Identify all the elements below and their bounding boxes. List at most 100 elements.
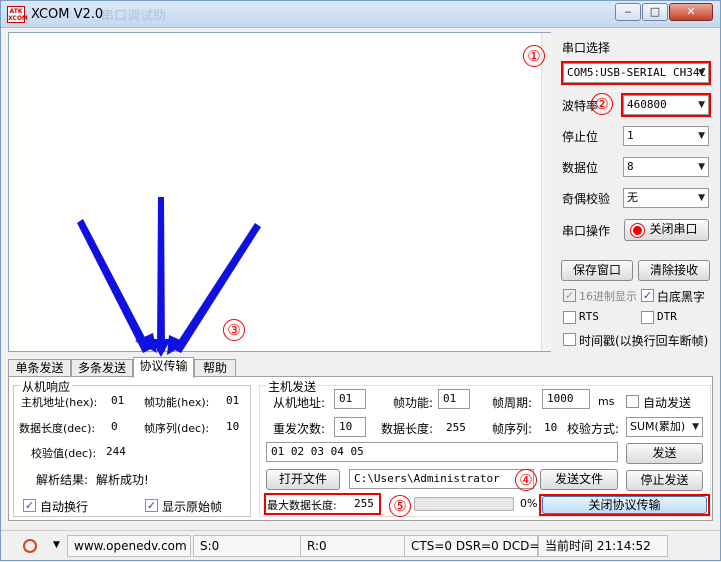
annotation-2: ② bbox=[591, 93, 613, 115]
check-method-value: SUM(累加) bbox=[630, 420, 686, 433]
port-select-value: COM5:USB-SERIAL CH34C bbox=[567, 66, 707, 79]
white-bg-checkbox[interactable]: ✓ bbox=[641, 289, 654, 302]
auto-send-label: 自动发送 bbox=[643, 396, 692, 410]
master-period-unit: ms bbox=[598, 395, 615, 408]
parity-label: 奇偶校验 bbox=[562, 192, 611, 206]
slave-result-value: 解析成功! bbox=[96, 473, 149, 487]
parity-select[interactable]: 无 ▼ bbox=[623, 188, 709, 208]
master-period-label: 帧周期: bbox=[492, 396, 533, 410]
auto-send-checkbox[interactable] bbox=[626, 395, 639, 408]
chevron-down-icon: ▼ bbox=[698, 131, 705, 141]
rts-label: RTS bbox=[579, 310, 599, 323]
slave-addr-label: 主机地址(hex): bbox=[21, 396, 98, 409]
auto-wrap-checkbox[interactable]: ✓ bbox=[23, 499, 36, 512]
chevron-down-icon: ▼ bbox=[698, 100, 705, 110]
save-window-button[interactable]: 保存窗口 bbox=[561, 260, 633, 281]
baud-select-value: 460800 bbox=[627, 98, 667, 111]
master-check-label: 校验方式: bbox=[567, 422, 620, 436]
close-protocol-button[interactable]: 关闭协议传输 bbox=[542, 496, 707, 514]
parity-value: 无 bbox=[627, 191, 638, 204]
send-data-input[interactable]: 01 02 03 04 05 bbox=[266, 442, 618, 462]
send-progress-bar bbox=[414, 497, 514, 511]
slave-addr-value: 01 bbox=[111, 394, 125, 407]
stop-bits-label: 停止位 bbox=[562, 130, 599, 144]
slave-len-label: 数据长度(dec): bbox=[19, 422, 96, 435]
sent-count: S:0 bbox=[193, 535, 301, 557]
arrow-left bbox=[77, 219, 151, 353]
arrow-right bbox=[173, 223, 261, 353]
hex-display-label: 16进制显示 bbox=[579, 290, 637, 303]
annotation-4: ④ bbox=[515, 469, 537, 491]
slave-result-label: 解析结果: bbox=[36, 473, 89, 487]
data-bits-label: 数据位 bbox=[562, 161, 599, 175]
slave-check-value: 244 bbox=[106, 445, 126, 458]
master-len-label: 数据长度: bbox=[381, 422, 434, 436]
master-func-input[interactable]: 01 bbox=[438, 389, 470, 409]
port-op-label: 串口操作 bbox=[562, 224, 611, 238]
show-raw-checkbox[interactable]: ✓ bbox=[145, 499, 158, 512]
stop-send-button[interactable]: 停止发送 bbox=[626, 470, 703, 491]
baud-select[interactable]: 460800 ▼ bbox=[623, 95, 709, 115]
chevron-down-icon: ▼ bbox=[692, 422, 699, 432]
tab-protocol[interactable]: 协议传输 bbox=[133, 357, 194, 378]
website-link[interactable]: www.openedv.com bbox=[67, 535, 191, 557]
dtr-checkbox[interactable] bbox=[641, 311, 654, 324]
status-bar: ▼ www.openedv.com S:0 R:0 CTS=0 DSR=0 DC… bbox=[1, 530, 720, 560]
master-repeat-label: 重发次数: bbox=[273, 422, 326, 436]
master-period-input[interactable]: 1000 bbox=[542, 389, 590, 409]
file-path-input[interactable]: C:\Users\Administrator bbox=[349, 469, 534, 489]
arrow-center bbox=[157, 197, 165, 351]
send-progress-text: 0% bbox=[520, 497, 538, 510]
master-len-value: 255 bbox=[446, 421, 466, 434]
stop-bits-value: 1 bbox=[627, 129, 634, 142]
slave-check-label: 校验值(dec): bbox=[31, 447, 97, 460]
current-time: 当前时间 21:14:52 bbox=[538, 535, 668, 557]
port-label: 串口选择 bbox=[562, 41, 611, 55]
master-send-title: 主机发送 bbox=[266, 378, 319, 395]
clear-receive-button[interactable]: 清除接收 bbox=[638, 260, 710, 281]
open-file-button[interactable]: 打开文件 bbox=[266, 469, 340, 490]
annotation-3: ③ bbox=[223, 319, 245, 341]
protocol-panel: 从机响应 主机地址(hex): 01 帧功能(hex): 01 数据长度(dec… bbox=[8, 376, 713, 521]
max-len-label: 最大数据长度: bbox=[267, 499, 337, 512]
stop-bits-select[interactable]: 1 ▼ bbox=[623, 126, 709, 146]
data-bits-value: 8 bbox=[627, 160, 634, 173]
master-repeat-input[interactable]: 10 bbox=[334, 417, 366, 437]
slave-len-value: 0 bbox=[111, 420, 118, 433]
hex-display-checkbox[interactable]: ✓ bbox=[563, 289, 576, 302]
port-status-icon bbox=[631, 224, 644, 237]
port-select[interactable]: COM5:USB-SERIAL CH34C ▼ bbox=[563, 63, 709, 83]
settings-menu[interactable]: ▼ bbox=[9, 535, 65, 557]
master-slave-addr-input[interactable]: 01 bbox=[334, 389, 366, 409]
rts-checkbox[interactable] bbox=[563, 311, 576, 324]
timestamp-checkbox[interactable] bbox=[563, 333, 576, 346]
chevron-down-icon: ▼ bbox=[698, 68, 705, 78]
slave-func-value: 01 bbox=[226, 394, 240, 407]
power-icon bbox=[23, 539, 37, 553]
slave-seq-value: 10 bbox=[226, 420, 240, 433]
received-count: R:0 bbox=[300, 535, 405, 557]
max-len-value: 255 bbox=[354, 497, 374, 510]
data-bits-select[interactable]: 8 ▼ bbox=[623, 157, 709, 177]
send-button[interactable]: 发送 bbox=[626, 443, 703, 464]
master-seq-label: 帧序列: bbox=[492, 422, 533, 436]
send-file-button[interactable]: 发送文件 bbox=[540, 469, 618, 490]
check-method-select[interactable]: SUM(累加) ▼ bbox=[626, 417, 703, 437]
line-status: CTS=0 DSR=0 DCD=0 bbox=[404, 535, 547, 557]
slave-func-label: 帧功能(hex): bbox=[144, 396, 210, 409]
annotation-5: ⑤ bbox=[389, 495, 411, 517]
close-port-button[interactable]: 关闭串口 bbox=[624, 219, 709, 241]
chevron-down-icon: ▼ bbox=[53, 540, 60, 550]
show-raw-label: 显示原始帧 bbox=[162, 500, 223, 514]
white-bg-label: 白底黑字 bbox=[657, 290, 706, 304]
master-func-label: 帧功能: bbox=[393, 396, 434, 410]
chevron-down-icon: ▼ bbox=[698, 193, 705, 203]
chevron-down-icon: ▼ bbox=[698, 162, 705, 172]
slave-response-title: 从机响应 bbox=[20, 378, 73, 395]
timestamp-label: 时间戳(以换行回车断帧) bbox=[579, 334, 709, 348]
close-port-label: 关闭串口 bbox=[649, 222, 698, 236]
annotation-1: ① bbox=[523, 45, 545, 67]
dtr-label: DTR bbox=[657, 310, 677, 323]
slave-seq-label: 帧序列(dec): bbox=[144, 422, 210, 435]
master-slave-addr-label: 从机地址: bbox=[273, 396, 326, 410]
